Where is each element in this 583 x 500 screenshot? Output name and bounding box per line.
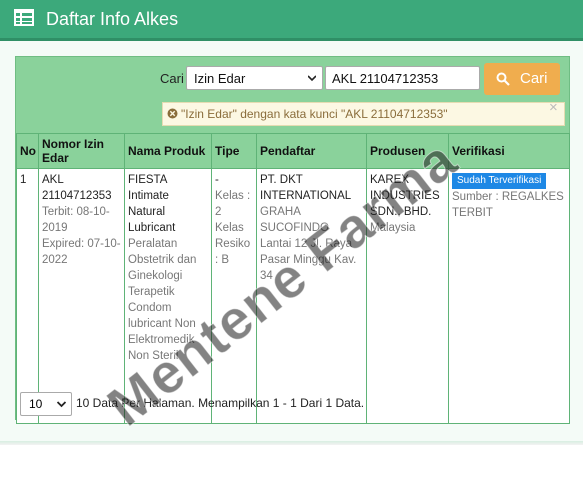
page-header: Daftar Info Alkes — [0, 0, 583, 41]
product-name: FIESTA Intimate Natural Lubricant — [128, 174, 176, 234]
type-class: Kelas : 2 Kelas Resiko : B — [215, 190, 251, 266]
remove-filter-icon[interactable] — [167, 108, 178, 119]
izin-number: AKL 21104712353 — [42, 174, 112, 202]
search-input-value: AKL 21104712353 — [332, 71, 439, 86]
chevron-down-icon — [308, 75, 316, 82]
active-filter-alert: "Izin Edar" dengan kata kunci "AKL 21104… — [162, 99, 565, 126]
search-button[interactable]: Cari — [484, 63, 560, 95]
cell-verifikasi: Sudah Terverifikasi Sumber : REGALKES TE… — [448, 168, 570, 424]
col-header-verifikasi: Verifikasi — [448, 133, 570, 169]
col-header-pendaftar: Pendaftar — [256, 133, 367, 169]
search-icon — [496, 72, 510, 86]
cell-no: 1 — [16, 168, 39, 424]
page-title: Daftar Info Alkes — [46, 9, 179, 29]
expired-date: Expired: 07-10-2022 — [42, 238, 121, 266]
close-alert-button[interactable]: × — [549, 99, 558, 116]
per-page-select[interactable]: 10 — [20, 392, 72, 416]
type-value: - — [215, 174, 219, 186]
per-page-value: 10 — [29, 397, 43, 411]
chevron-down-icon — [57, 401, 66, 408]
search-label: Cari — [160, 71, 184, 86]
col-header-izin: Nomor Izin Edar — [38, 133, 125, 169]
search-input[interactable]: AKL 21104712353 — [325, 66, 480, 90]
search-type-value: Izin Edar — [194, 71, 246, 86]
filter-text: "Izin Edar" dengan kata kunci "AKL 21104… — [181, 107, 448, 121]
search-bar: Cari Izin Edar AKL 21104712353 Cari — [16, 63, 569, 95]
table-header-row: No Nomor Izin Edar Nama Produk Tipe Pend… — [16, 133, 570, 169]
col-header-produk: Nama Produk — [124, 133, 212, 169]
panel-bottom-border — [0, 441, 583, 445]
col-header-no: No — [16, 133, 39, 169]
terbit-date: Terbit: 08-10-2019 — [42, 206, 110, 234]
search-button-label: Cari — [520, 70, 548, 87]
col-header-tipe: Tipe — [211, 133, 257, 169]
verification-source: Sumber : REGALKES TERBIT — [452, 191, 564, 219]
table-icon — [14, 9, 34, 26]
search-type-select[interactable]: Izin Edar — [186, 66, 323, 90]
